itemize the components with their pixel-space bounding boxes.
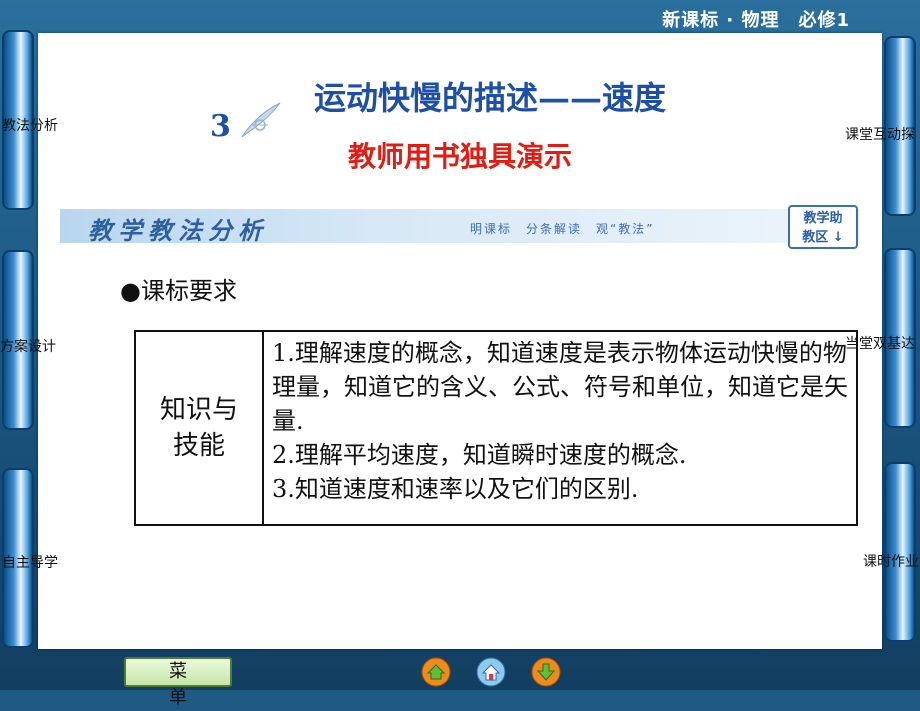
help-line-1: 教学助 [803, 211, 843, 226]
lesson-subtitle: 教师用书独具演示 [347, 140, 572, 173]
section-heading: ●课标要求 [120, 277, 237, 305]
requirement-item-1: 1.理解速度的概念，知道速度是表示物体运动快慢的物理量，知道它的含义、公式、符号… [272, 339, 848, 435]
menu-button[interactable]: 菜单 [124, 657, 232, 708]
requirement-item-2: 2.理解平均速度，知道瞬时速度的概念. [272, 441, 687, 469]
requirements-table: 知识与 技能 1.理解速度的概念，知道速度是表示物体运动快慢的物理量，知道它的含… [134, 330, 858, 526]
side-tab-label-2[interactable]: 方案设计 [0, 336, 56, 356]
slide-page: 3 运动快慢的描述——速度 教师用书独具演示 教学教法分析 明课标 分条解读 观… [38, 33, 882, 649]
banner-title: 教学教法分析 [88, 216, 268, 245]
requirements-label-line-1: 知识与 [159, 395, 238, 425]
side-tab-label-1[interactable]: 教法分析 [2, 115, 58, 135]
house-icon[interactable] [476, 657, 506, 687]
course-header: 新课标 · 物理 必修1 [662, 10, 850, 31]
lesson-title: 运动快慢的描述——速度 [313, 79, 666, 117]
requirements-body: 1.理解速度的概念，知道速度是表示物体运动快慢的物理量，知道它的含义、公式、符号… [262, 330, 858, 526]
section-banner: 教学教法分析 明课标 分条解读 观“教法” [60, 209, 860, 245]
requirement-item-3: 3.知道速度和速率以及它们的区别. [272, 475, 639, 503]
requirements-label: 知识与 技能 [134, 330, 264, 526]
side-tab-label-3[interactable]: 自主导学 [2, 552, 58, 572]
banner-subtitle: 明课标 分条解读 观“教法” [470, 222, 655, 236]
side-tab-label-6[interactable]: 课时作业 [863, 551, 920, 571]
teaching-help-button[interactable]: 教学助 教区 ↓ [788, 205, 858, 249]
side-tab-label-5[interactable]: 当堂双基达 [845, 333, 920, 353]
help-line-2: 教区 ↓ [802, 230, 844, 245]
side-tab-label-4[interactable]: 课堂互动探 [845, 124, 920, 144]
home-icon[interactable] [421, 657, 451, 687]
back-icon[interactable] [531, 657, 561, 687]
requirements-label-line-2: 技能 [172, 431, 225, 461]
